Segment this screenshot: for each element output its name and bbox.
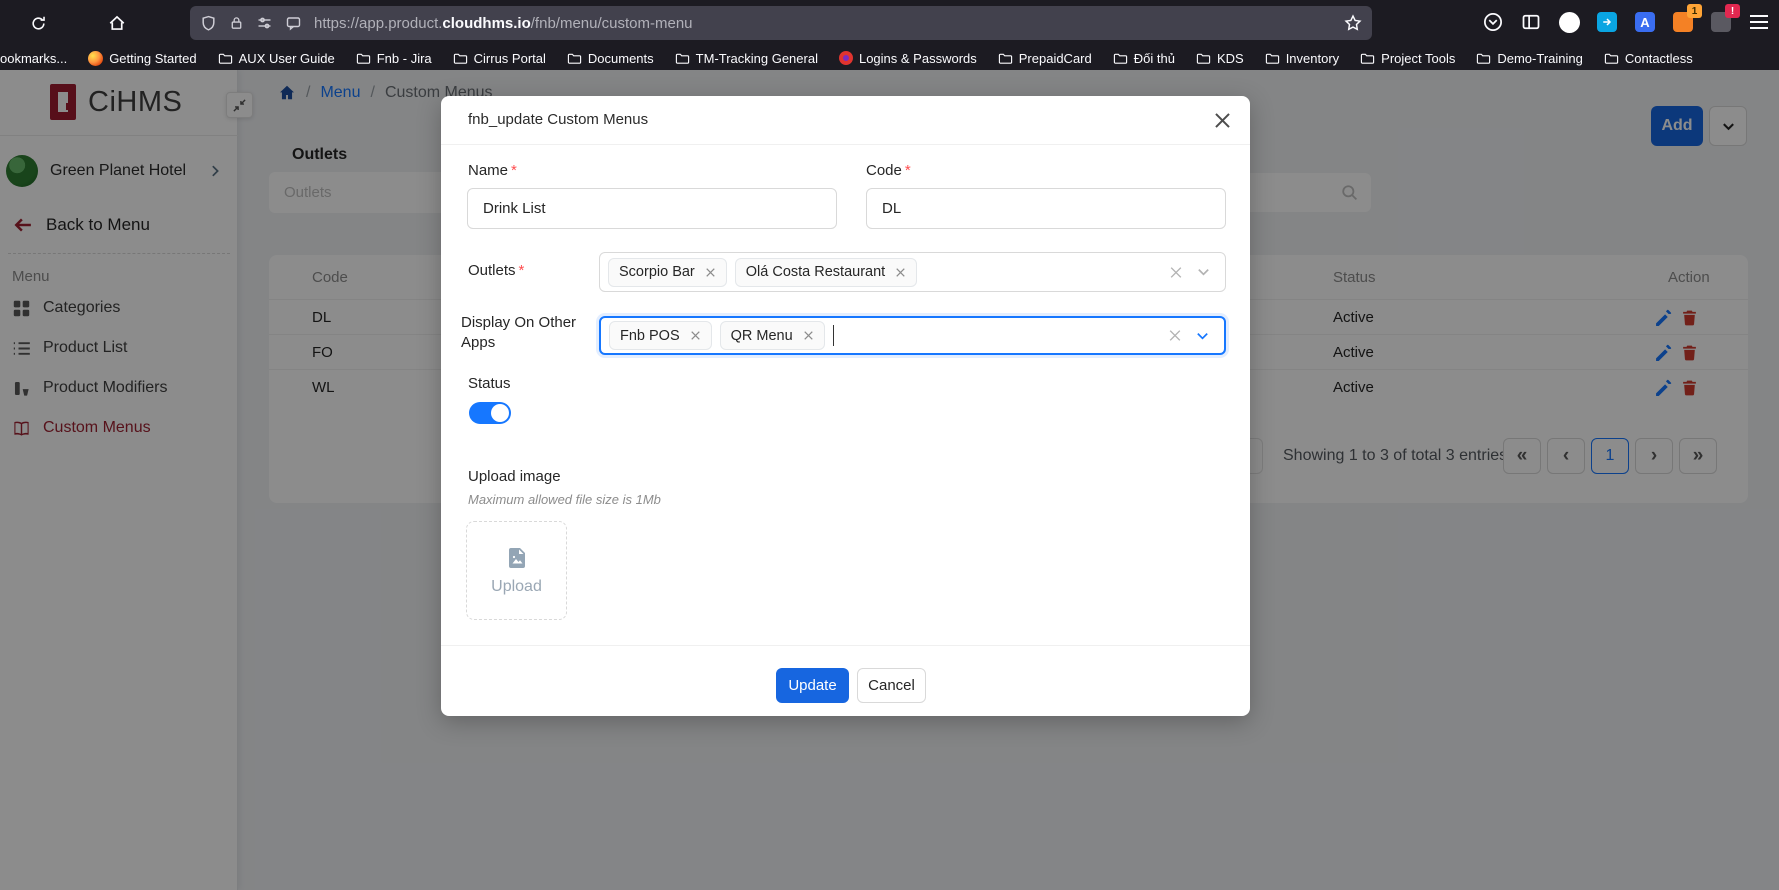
outlets-multiselect[interactable]: Scorpio Bar Olá Costa Restaurant bbox=[599, 252, 1226, 292]
url-bar[interactable]: https://app.product.cloudhms.io/fnb/menu… bbox=[190, 6, 1372, 40]
chip-remove-icon[interactable] bbox=[803, 330, 814, 341]
update-button[interactable]: Update bbox=[776, 668, 849, 703]
bookmark-item[interactable]: Contactless bbox=[1604, 51, 1693, 66]
folder-icon bbox=[567, 51, 582, 66]
bookmark-item[interactable]: TM-Tracking General bbox=[675, 51, 818, 66]
code-label: Code* bbox=[866, 162, 911, 179]
chip-app: Fnb POS bbox=[609, 321, 712, 350]
folder-icon bbox=[1265, 51, 1280, 66]
upload-button-label: Upload bbox=[491, 578, 542, 596]
clear-icon[interactable] bbox=[1168, 329, 1182, 343]
home-icon[interactable] bbox=[106, 12, 128, 34]
text-cursor bbox=[833, 325, 835, 346]
display-apps-multiselect[interactable]: Fnb POS QR Menu bbox=[599, 316, 1226, 355]
bookmark-item[interactable]: Fnb - Jira bbox=[356, 51, 432, 66]
chip-app: QR Menu bbox=[720, 321, 825, 350]
chevron-down-icon[interactable] bbox=[1195, 328, 1210, 343]
upload-hint: Maximum allowed file size is 1Mb bbox=[468, 492, 661, 507]
chip-remove-icon[interactable] bbox=[895, 267, 906, 278]
folder-icon bbox=[1604, 51, 1619, 66]
bookmark-item[interactable]: Inventory bbox=[1265, 51, 1339, 66]
chip-remove-icon[interactable] bbox=[690, 330, 701, 341]
browser-toolbar: https://app.product.cloudhms.io/fnb/menu… bbox=[0, 0, 1779, 46]
sidebars-icon[interactable] bbox=[1519, 10, 1543, 34]
close-icon[interactable] bbox=[1211, 109, 1233, 131]
bookmark-item[interactable]: Đối thủ bbox=[1113, 51, 1175, 66]
notification-icon[interactable] bbox=[285, 15, 302, 31]
passwords-icon bbox=[839, 51, 853, 65]
chip-remove-icon[interactable] bbox=[705, 267, 716, 278]
folder-icon bbox=[1196, 51, 1211, 66]
pocket-icon[interactable] bbox=[1481, 10, 1505, 34]
folder-icon bbox=[675, 51, 690, 66]
code-field[interactable]: DL bbox=[866, 188, 1226, 229]
modal-header: fnb_update Custom Menus bbox=[441, 96, 1250, 145]
alert-badge: ! bbox=[1725, 4, 1740, 18]
bookmark-item[interactable]: KDS bbox=[1196, 51, 1244, 66]
bookmark-item[interactable]: Getting Started bbox=[88, 51, 196, 66]
status-toggle[interactable] bbox=[469, 402, 511, 424]
upload-image-label: Upload image bbox=[468, 468, 561, 485]
folder-icon bbox=[1476, 51, 1491, 66]
translate-extension-icon[interactable] bbox=[1633, 10, 1657, 34]
bookmark-item[interactable]: Cirrus Portal bbox=[453, 51, 546, 66]
bookmarks-bar: ookmarks... Getting Started AUX User Gui… bbox=[0, 46, 1779, 70]
bookmark-item[interactable]: ookmarks... bbox=[0, 51, 67, 66]
modal-title: fnb_update Custom Menus bbox=[468, 111, 648, 128]
name-field[interactable]: Drink List bbox=[467, 188, 837, 229]
lock-icon[interactable] bbox=[229, 15, 244, 31]
bookmark-item[interactable]: Project Tools bbox=[1360, 51, 1455, 66]
send-doc-extension-icon[interactable] bbox=[1595, 10, 1619, 34]
chip-outlet: Scorpio Bar bbox=[608, 258, 727, 287]
screen: https://app.product.cloudhms.io/fnb/menu… bbox=[0, 0, 1779, 890]
browser-chrome: https://app.product.cloudhms.io/fnb/menu… bbox=[0, 0, 1779, 70]
folder-icon bbox=[453, 51, 468, 66]
reload-icon[interactable] bbox=[27, 12, 49, 34]
folder-icon bbox=[218, 51, 233, 66]
app-page: CiHMS Green Planet Hotel Back to Menu Me… bbox=[0, 70, 1779, 890]
upload-dropzone[interactable]: Upload bbox=[466, 521, 567, 620]
folder-icon bbox=[1360, 51, 1375, 66]
menu-hamburger-icon[interactable] bbox=[1747, 10, 1771, 34]
folder-icon bbox=[998, 51, 1013, 66]
extension-badge: 1 bbox=[1687, 4, 1702, 18]
extension-icons: 1 ! bbox=[1481, 10, 1771, 34]
tracking-shield-icon[interactable] bbox=[200, 15, 217, 32]
h-extension-icon[interactable] bbox=[1557, 10, 1581, 34]
modal-footer: Update Cancel bbox=[441, 645, 1250, 716]
name-label: Name* bbox=[468, 162, 517, 179]
alert-extension-icon[interactable]: ! bbox=[1709, 10, 1733, 34]
permissions-icon[interactable] bbox=[256, 15, 273, 31]
chevron-down-icon[interactable] bbox=[1196, 265, 1211, 280]
bookmark-item[interactable]: Documents bbox=[567, 51, 654, 66]
status-label: Status bbox=[468, 375, 511, 392]
image-file-icon bbox=[505, 546, 529, 570]
folder-icon bbox=[1113, 51, 1128, 66]
orange-extension-icon[interactable]: 1 bbox=[1671, 10, 1695, 34]
bookmark-item[interactable]: PrepaidCard bbox=[998, 51, 1092, 66]
clear-icon[interactable] bbox=[1169, 265, 1183, 279]
outlets-label: Outlets* bbox=[468, 262, 524, 279]
display-apps-label: Display On OtherApps bbox=[461, 313, 591, 353]
firefox-icon bbox=[88, 51, 103, 66]
chip-outlet: Olá Costa Restaurant bbox=[735, 258, 917, 287]
url-text: https://app.product.cloudhms.io/fnb/menu… bbox=[314, 15, 693, 32]
bookmark-star-icon[interactable] bbox=[1344, 14, 1362, 32]
bookmark-item[interactable]: AUX User Guide bbox=[218, 51, 335, 66]
bookmark-item[interactable]: Demo-Training bbox=[1476, 51, 1583, 66]
folder-icon bbox=[356, 51, 371, 66]
update-custom-menu-modal: fnb_update Custom Menus Name* Drink List… bbox=[441, 96, 1250, 716]
bookmark-item[interactable]: Logins & Passwords bbox=[839, 51, 977, 66]
cancel-button[interactable]: Cancel bbox=[857, 668, 926, 703]
